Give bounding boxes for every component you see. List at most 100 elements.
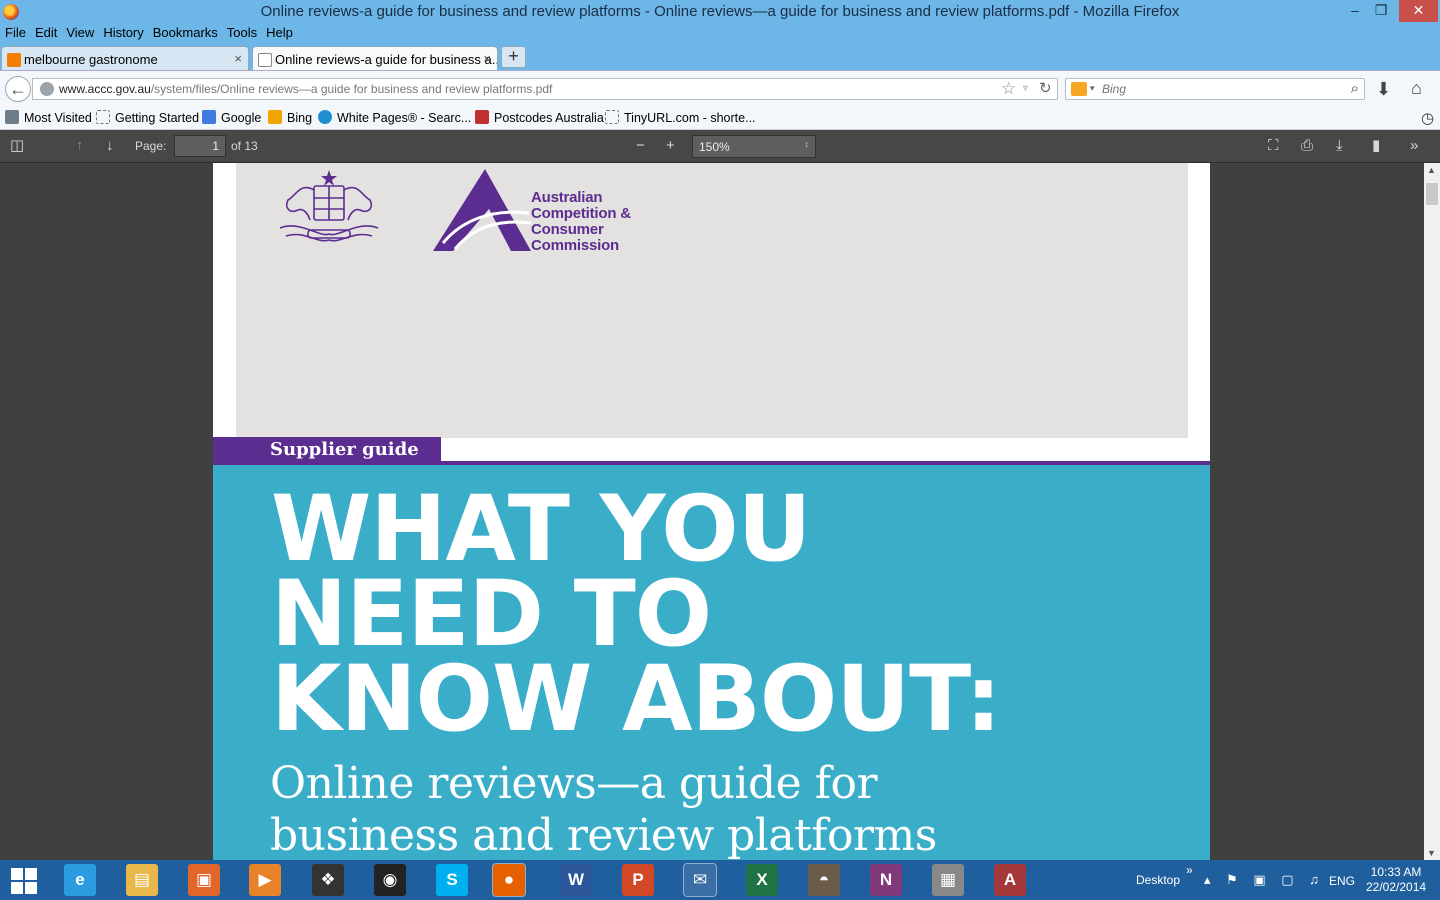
bookmark-label: TinyURL.com - shorte... [624, 111, 756, 125]
new-tab-button[interactable]: + [501, 46, 526, 68]
navigation-toolbar: ← www.accc.gov.au/system/files/Online re… [0, 70, 1440, 106]
clock[interactable]: 10:33 AM 22/02/2014 [1366, 865, 1426, 895]
bookmark-white-pages[interactable]: White Pages® - Searc... [318, 110, 471, 125]
chevron-down-icon[interactable]: ▾ [1090, 83, 1095, 94]
bookmark-icon[interactable]: ▮ [1372, 136, 1380, 156]
zoom-select[interactable]: 150% ↕ [692, 135, 816, 158]
scroll-thumb[interactable] [1426, 183, 1438, 205]
search-engine-icon[interactable] [1071, 82, 1087, 96]
word-icon[interactable]: W [560, 864, 592, 896]
bookmarks-toolbar: Most Visited Getting Started Google Bing… [0, 106, 1440, 130]
tray-icons[interactable]: ▴ ⚑ ▣ ▢ ♫ [1204, 872, 1325, 888]
bookmark-label: Bing [287, 111, 313, 125]
url-domain: www.accc.gov.au [59, 82, 151, 96]
language-indicator[interactable]: ENG [1329, 874, 1355, 888]
menu-bookmarks[interactable]: Bookmarks [148, 24, 222, 40]
agency-line: Australian [531, 189, 603, 206]
tab-melbourne-gastronome[interactable]: melbourne gastronome × [1, 46, 249, 71]
cover-banner: WHAT YOU NEED TO KNOW ABOUT: Online revi… [213, 465, 1210, 860]
firefox-icon[interactable]: ● [492, 863, 526, 897]
menu-file[interactable]: File [0, 24, 30, 40]
scroll-up-icon[interactable]: ▲ [1427, 165, 1436, 175]
tab-online-reviews[interactable]: Online reviews-a guide for business a...… [252, 46, 498, 71]
page-number-input[interactable]: 1 [174, 135, 226, 157]
history-dropdown-icon[interactable]: ▿ [1023, 83, 1028, 94]
menu-help[interactable]: Help [261, 24, 297, 40]
powerpoint-icon[interactable]: P [622, 864, 654, 896]
globe-icon [40, 82, 54, 96]
toolbar-chevron-icon[interactable]: » [1186, 863, 1193, 877]
file-explorer-icon[interactable]: ▤ [126, 864, 158, 896]
menu-view[interactable]: View [61, 24, 98, 40]
close-button[interactable]: ✕ [1399, 0, 1438, 22]
back-button[interactable]: ← [5, 76, 31, 102]
agency-line: Commission [531, 237, 620, 254]
minimize-button[interactable]: – [1342, 0, 1368, 22]
access-icon[interactable]: A [994, 864, 1026, 896]
bookmark-bing[interactable]: Bing [268, 110, 312, 125]
page-label: Page: [135, 139, 167, 153]
tab-close-button[interactable]: × [234, 51, 242, 66]
download-icon[interactable]: ⬇ [1376, 79, 1391, 100]
desktop-toolbar-label[interactable]: Desktop [1136, 873, 1180, 887]
zoom-in-button[interactable]: + [666, 136, 675, 156]
accc-logo [433, 169, 531, 251]
bookmark-google[interactable]: Google [202, 110, 261, 125]
clock-time: 10:33 AM [1370, 865, 1422, 879]
reload-icon[interactable]: ↻ [1039, 79, 1052, 97]
thunderbird-icon[interactable]: ✉ [683, 863, 717, 897]
save-icon[interactable]: ⤓ [1336, 136, 1343, 156]
skype-icon[interactable]: S [436, 864, 468, 896]
onenote-icon[interactable]: N [870, 864, 902, 896]
next-page-icon[interactable]: ↓ [106, 136, 114, 156]
url-bar[interactable]: www.accc.gov.au/system/files/Online revi… [32, 78, 1058, 100]
tools-icon[interactable]: » [1410, 136, 1418, 156]
scroll-down-icon[interactable]: ▼ [1427, 848, 1436, 858]
tab-close-button[interactable]: × [483, 51, 491, 66]
menu-history[interactable]: History [98, 24, 147, 40]
menu-tools[interactable]: Tools [222, 24, 261, 40]
puzzle-app-icon[interactable]: ❖ [312, 864, 344, 896]
coat-of-arms-logo [279, 170, 379, 242]
search-bar[interactable]: ▾ Bing ⌕ [1065, 78, 1365, 100]
firewall-icon[interactable]: ▦ [932, 864, 964, 896]
search-icon[interactable]: ⌕ [1351, 80, 1359, 97]
url-text[interactable]: www.accc.gov.au/system/files/Online revi… [59, 82, 552, 96]
url-path: /system/files/Online reviews—a guide for… [150, 82, 553, 96]
print-icon[interactable]: ⎙ [1301, 136, 1313, 156]
whitepages-icon [318, 110, 332, 124]
tab-bar: melbourne gastronome × Online reviews-a … [0, 42, 1440, 71]
internet-explorer-icon[interactable]: e [64, 864, 96, 896]
presentation-mode-icon[interactable]: ⛶ [1268, 136, 1279, 156]
agency-name: Australian Competition & Consumer Commis… [531, 190, 631, 254]
gimp-icon[interactable]: ◓ [808, 864, 840, 896]
media-player-icon[interactable]: ▶ [249, 864, 281, 896]
menu-edit[interactable]: Edit [30, 24, 61, 40]
sidebar-toggle-icon[interactable]: ◫ [10, 136, 24, 156]
restore-button[interactable]: ❐ [1368, 0, 1394, 22]
photo-app-icon[interactable]: ▣ [188, 864, 220, 896]
zoom-out-button[interactable]: − [636, 136, 645, 156]
bookmark-most-visited[interactable]: Most Visited [5, 110, 92, 125]
start-button[interactable] [11, 868, 37, 894]
bookmark-getting-started[interactable]: Getting Started [96, 110, 199, 125]
bookmark-tinyurl[interactable]: TinyURL.com - shorte... [605, 110, 756, 125]
bookmark-star-icon[interactable]: ☆ [1001, 79, 1016, 99]
bookmark-postcodes[interactable]: Postcodes Australia [475, 110, 604, 125]
bookmark-label: Postcodes Australia [494, 111, 604, 125]
media-center-icon[interactable]: ◉ [374, 864, 406, 896]
pdf-toolbar: ◫ ↑ ↓ Page: 1 of 13 − + 150% ↕ ⛶ ⎙ ⤓ ▮ » [0, 130, 1440, 163]
excel-icon[interactable]: X [746, 864, 778, 896]
history-clock-icon[interactable]: ◷ [1421, 109, 1434, 127]
bookmark-label: White Pages® - Searc... [337, 111, 472, 125]
search-input[interactable]: Bing [1102, 82, 1126, 96]
chevron-updown-icon: ↕ [804, 139, 810, 149]
home-icon[interactable]: ⌂ [1411, 78, 1422, 99]
agency-line: Consumer [531, 221, 604, 238]
page-icon [96, 110, 110, 124]
pdf-viewer[interactable]: Australian Competition & Consumer Commis… [0, 163, 1424, 860]
zoom-value: 150% [699, 140, 730, 154]
previous-page-icon[interactable]: ↑ [76, 136, 84, 156]
headline-line: KNOW ABOUT: [271, 647, 1002, 752]
vertical-scrollbar[interactable]: ▲ ▼ [1424, 163, 1440, 860]
